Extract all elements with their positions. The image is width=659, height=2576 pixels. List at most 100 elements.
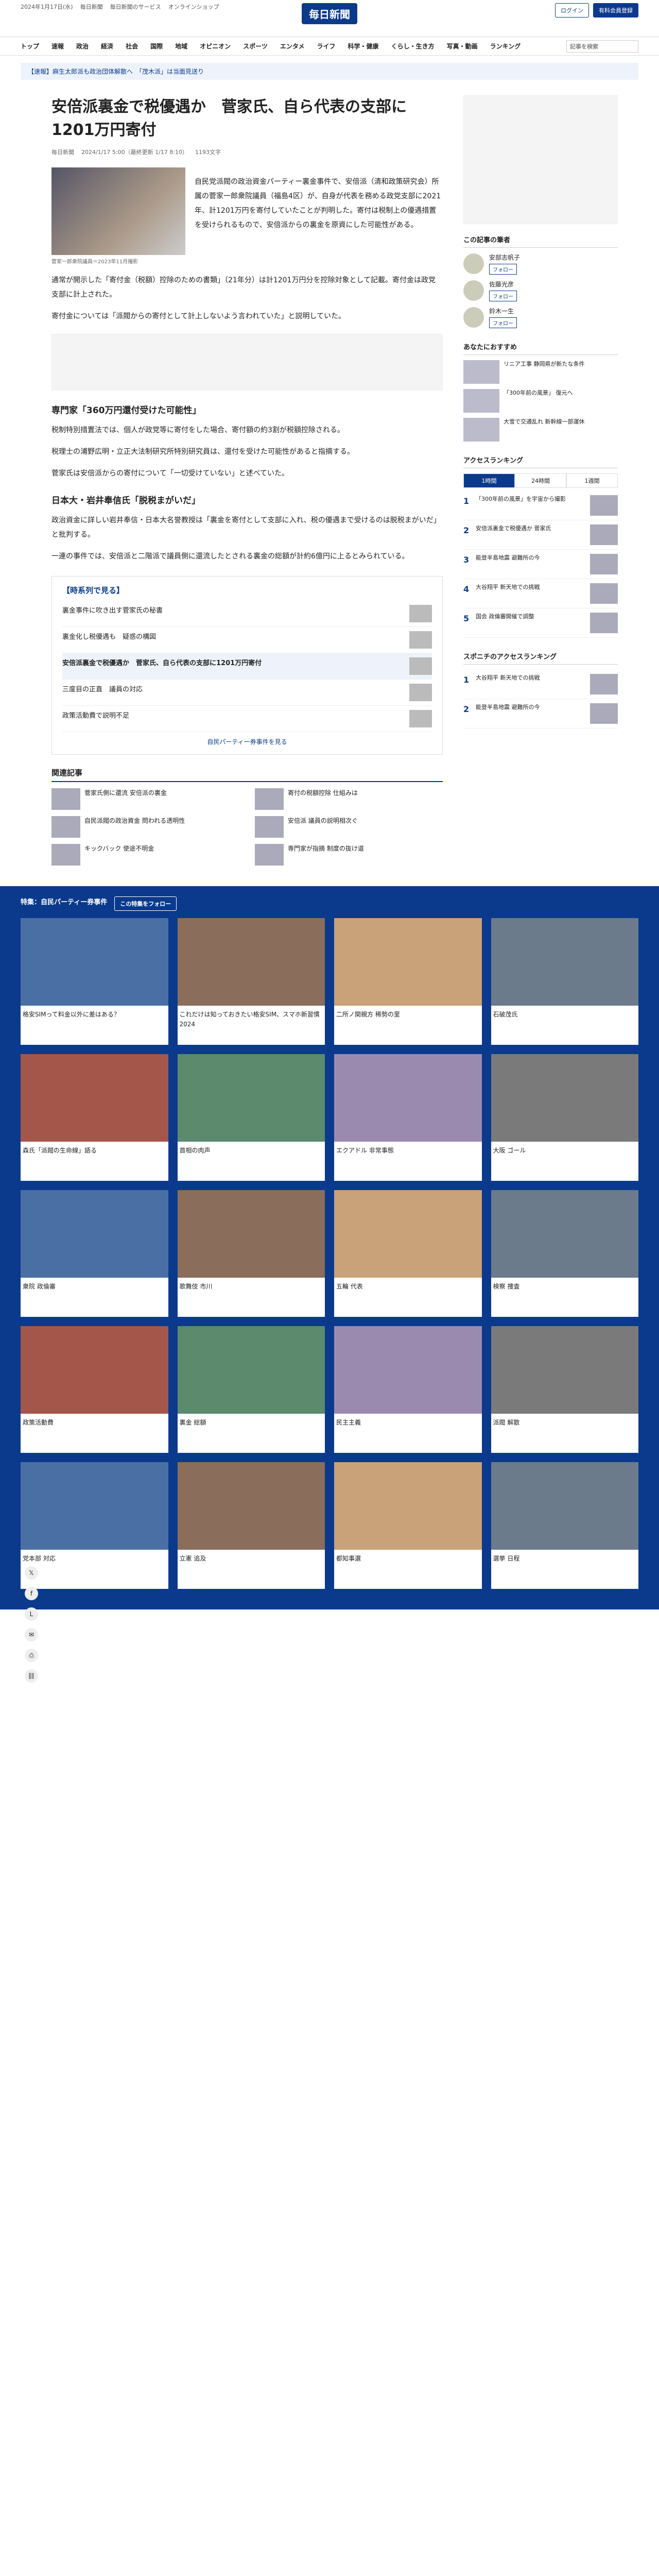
main-nav: トップ 速報 政治 経済 社会 国際 地域 オピニオン スポーツ エンタメ ライフ 科学・健康 くらし・… — [0, 37, 659, 56]
print-icon[interactable]: ⎙ — [25, 1649, 38, 1662]
top-link[interactable]: オンラインショップ — [168, 3, 219, 11]
feature-card[interactable]: 五輪 代表 — [334, 1190, 482, 1317]
nav-item[interactable]: 写真・動画 — [447, 42, 478, 50]
timeline-more-link[interactable]: 自民パーティー券事件を見る — [62, 737, 432, 746]
related-item[interactable]: 自民派閥の政治資金 問われる透明性 — [51, 816, 239, 838]
timeline-item[interactable]: 裏金事件に吹き出す菅家氏の秘書 — [62, 601, 432, 627]
top-link[interactable]: 毎日新聞 — [80, 3, 103, 11]
feature-card[interactable]: 派閥 解散 — [491, 1326, 638, 1453]
tab-1h[interactable]: 1時間 — [463, 473, 515, 488]
feature-card[interactable]: 民主主義 — [334, 1326, 482, 1453]
related-title: 関連記事 — [51, 767, 443, 782]
related-item[interactable]: 菅家氏側に還流 安倍派の裏金 — [51, 788, 239, 810]
feature-card[interactable]: エクアドル 非常事態 — [334, 1054, 482, 1181]
recommend-item[interactable]: リニア工事 静岡県が新たな条件 — [463, 360, 618, 384]
recommend-item[interactable]: 大雪で交通乱れ 新幹線一部運休 — [463, 418, 618, 442]
nav-item[interactable]: エンタメ — [280, 42, 305, 50]
feature-card[interactable]: 政策活動費 — [21, 1326, 168, 1453]
search-input[interactable]: 記事を検索 — [566, 40, 638, 53]
timeline-item[interactable]: 三度目の正直 議員の対応 — [62, 680, 432, 706]
feature-card[interactable]: 石破茂氏 — [491, 918, 638, 1045]
feature-card[interactable]: 大阪 ゴール — [491, 1054, 638, 1181]
top-link[interactable]: 毎日新聞のサービス — [110, 3, 161, 11]
related-item[interactable]: 安倍派 議員の説明相次ぐ — [255, 816, 443, 838]
breaking-news-bar[interactable]: 【速報】麻生太郎派も政治団体解散へ 「茂木派」は当面見送り — [21, 63, 638, 80]
sidebar-ad[interactable] — [463, 95, 618, 224]
follow-button[interactable]: フォロー — [489, 264, 517, 275]
nav-item[interactable]: 国際 — [150, 42, 163, 50]
copy-link-icon[interactable]: ⛓ — [25, 1669, 38, 1683]
timeline-item[interactable]: 裏金化し税優遇も 疑惑の構図 — [62, 627, 432, 653]
feature-card[interactable]: これだけは知っておきたい格安SIM、スマホ新習慣2024 — [177, 918, 325, 1045]
feature-card[interactable]: 歌舞伎 市川 — [177, 1190, 325, 1317]
paragraph: 税理士の浦野広明・立正大法制研究所特別研究員は、還付を受けた可能性があると指摘す… — [51, 448, 354, 456]
card-image — [334, 1190, 482, 1278]
facebook-share-icon[interactable]: f — [25, 1587, 38, 1600]
related-item[interactable]: 寄付の税額控除 仕組みは — [255, 788, 443, 810]
feature-follow-button[interactable]: この特集をフォロー — [114, 896, 177, 911]
nav-item[interactable]: トップ — [21, 42, 39, 50]
ranking-item[interactable]: 3 能登半島地震 避難所の今 — [463, 550, 618, 579]
ranking-item[interactable]: 1 「300年前の風景」を宇宙から撮影 — [463, 491, 618, 520]
nav-item[interactable]: 地域 — [175, 42, 187, 50]
date-text: 2024年1月17日(水) — [21, 4, 73, 10]
feature-card[interactable]: 二所ノ関親方 稀勢の里 — [334, 918, 482, 1045]
ranking-item[interactable]: 2 能登半島地震 避難所の今 — [463, 699, 618, 728]
ranking-item[interactable]: 5 国会 政倫審開催で調整 — [463, 608, 618, 638]
card-image — [334, 1054, 482, 1142]
ranking-item[interactable]: 1 大谷翔平 新天地での挑戦 — [463, 670, 618, 699]
recommend-item[interactable]: 「300年前の風景」 復元へ — [463, 389, 618, 413]
nav-item[interactable]: 政治 — [76, 42, 89, 50]
feature-card[interactable]: 首相の肉声 — [177, 1054, 325, 1181]
author-card: 安部志帆子 フォロー — [463, 253, 618, 275]
article-photo[interactable] — [51, 167, 185, 255]
tab-24h[interactable]: 24時間 — [515, 473, 566, 488]
line-share-icon[interactable]: L — [25, 1607, 38, 1621]
nav-item[interactable]: ランキング — [490, 42, 521, 50]
card-title: 政策活動費 — [23, 1419, 54, 1426]
card-title: 石破茂氏 — [493, 1011, 518, 1018]
bookmark-icon[interactable]: ✉ — [25, 1628, 38, 1641]
nav-item[interactable]: 経済 — [101, 42, 113, 50]
card-image — [21, 1190, 168, 1278]
card-title: 民主主義 — [336, 1419, 361, 1426]
subheading: 日本大・岩井奉信氏「脱税まがいだ」 — [51, 496, 200, 506]
tab-1w[interactable]: 1週間 — [566, 473, 618, 488]
login-button[interactable]: ログイン — [555, 3, 589, 18]
paragraph: 政治資金に詳しい岩井奉信・日本大名誉教授は「裏金を寄付として支部に入れ、税の優遇… — [51, 516, 441, 539]
feature-card[interactable]: 党本部 対応 — [21, 1462, 168, 1589]
feature-card[interactable]: 選挙 日程 — [491, 1462, 638, 1589]
nav-item[interactable]: くらし・生き方 — [391, 42, 435, 50]
x-share-icon[interactable]: 𝕏 — [25, 1566, 38, 1580]
card-image — [21, 918, 168, 1006]
nav-item[interactable]: ライフ — [317, 42, 336, 50]
card-image — [334, 1326, 482, 1414]
follow-button[interactable]: フォロー — [489, 291, 517, 301]
nav-item[interactable]: 社会 — [126, 42, 138, 50]
site-logo[interactable]: 毎日新聞 — [302, 3, 357, 24]
timeline-item-current[interactable]: 安倍派裏金で税優遇か 菅家氏、自ら代表の支部に1201万円寄付 — [62, 653, 432, 680]
follow-button[interactable]: フォロー — [489, 317, 517, 328]
nav-item[interactable]: 科学・健康 — [348, 42, 379, 50]
related-item[interactable]: キックバック 使途不明金 — [51, 844, 239, 866]
feature-card[interactable]: 都知事選 — [334, 1462, 482, 1589]
nav-item[interactable]: スポーツ — [243, 42, 268, 50]
avatar — [463, 253, 484, 274]
feature-title: 特集：自民パーティー券事件 — [21, 899, 108, 906]
feature-card[interactable]: 裏金 総額 — [177, 1326, 325, 1453]
feature-card[interactable]: 森氏「派閥の生命線」語る — [21, 1054, 168, 1181]
related-item[interactable]: 専門家が指摘 制度の抜け道 — [255, 844, 443, 866]
feature-card[interactable]: 検察 捜査 — [491, 1190, 638, 1317]
feature-card[interactable]: 衆院 政倫審 — [21, 1190, 168, 1317]
card-title: 裏金 総額 — [179, 1419, 206, 1426]
feature-card[interactable]: 格安SIMって料金以外に差はある？ — [21, 918, 168, 1045]
ranking-heading: アクセスランキング — [463, 455, 618, 468]
timeline-item[interactable]: 政策活動費で説明不足 — [62, 706, 432, 732]
ranking-item[interactable]: 4 大谷翔平 新天地での挑戦 — [463, 579, 618, 608]
nav-item[interactable]: オピニオン — [200, 42, 231, 50]
nav-item[interactable]: 速報 — [51, 42, 64, 50]
advertisement[interactable] — [51, 334, 443, 391]
ranking-item[interactable]: 2 安倍派裏金で税優遇か 菅家氏 — [463, 520, 618, 550]
signup-button[interactable]: 有料会員登録 — [593, 3, 638, 18]
feature-card[interactable]: 立憲 追及 — [177, 1462, 325, 1589]
